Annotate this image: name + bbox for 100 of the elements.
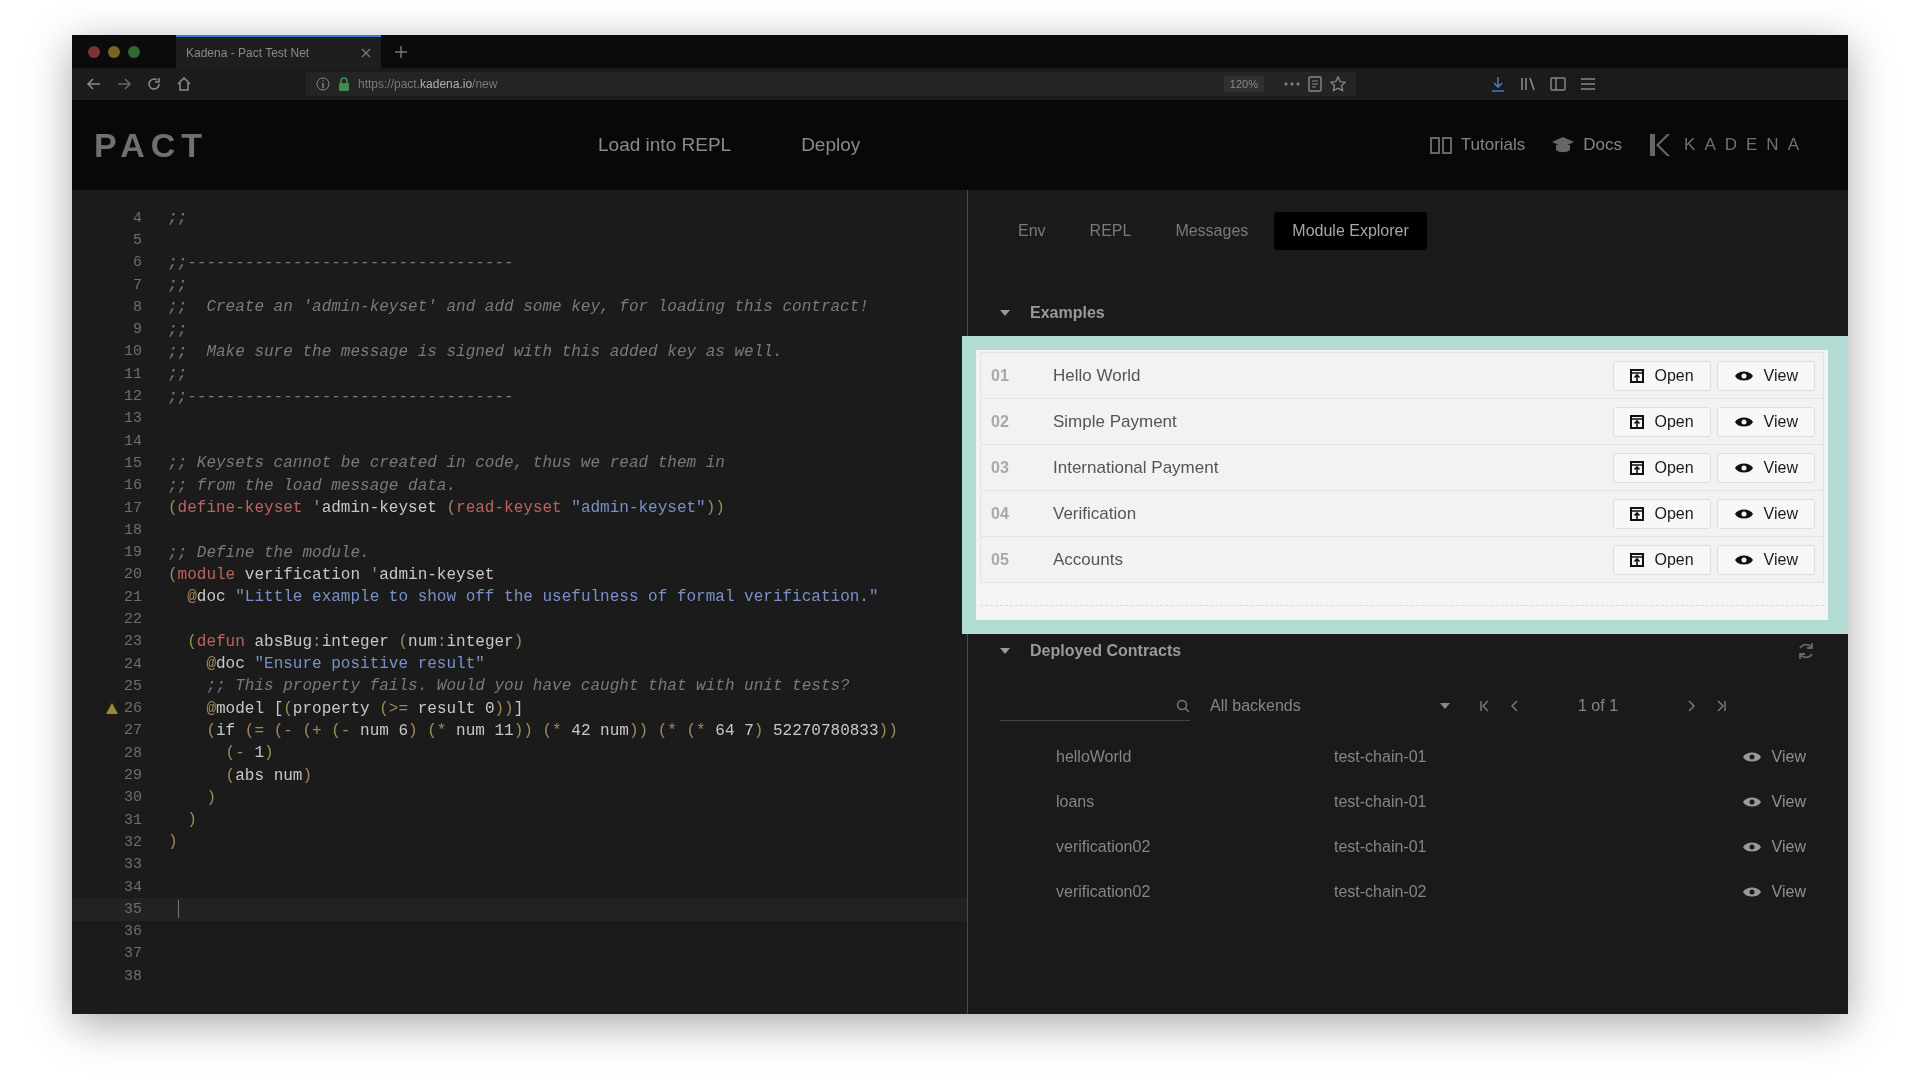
line-number: 32 xyxy=(124,833,142,851)
header-link[interactable]: Tutorials xyxy=(1428,135,1526,155)
header-link[interactable]: Docs xyxy=(1551,135,1623,155)
more-icon[interactable] xyxy=(1284,82,1300,86)
line-number: 16 xyxy=(124,477,142,495)
view-button[interactable]: View xyxy=(1716,498,1815,529)
pact-logo[interactable]: PACT xyxy=(94,125,209,165)
chain-name: test-chain-01 xyxy=(1334,837,1427,856)
panel-tab[interactable]: REPL xyxy=(1071,212,1150,250)
new-tab-icon[interactable] xyxy=(395,45,407,58)
open-button[interactable]: Open xyxy=(1613,452,1711,483)
open-button[interactable]: Open xyxy=(1613,498,1711,529)
backend-select[interactable]: All backends xyxy=(1210,697,1450,715)
nav-link[interactable]: Load into REPL xyxy=(598,134,732,156)
panel-tab[interactable]: Env xyxy=(1000,212,1064,250)
eye-icon xyxy=(1741,795,1762,808)
close-icon[interactable] xyxy=(361,47,371,58)
back-icon[interactable] xyxy=(86,76,102,92)
view-button[interactable]: View xyxy=(1731,837,1816,856)
menu-icon[interactable] xyxy=(1580,77,1596,91)
line-number: 30 xyxy=(124,789,142,807)
zoom-level[interactable]: 120% xyxy=(1223,76,1264,92)
sidebar-icon[interactable] xyxy=(1550,76,1566,92)
panel-tab[interactable]: Module Explorer xyxy=(1274,212,1427,250)
view-button[interactable]: View xyxy=(1716,452,1815,483)
open-button[interactable]: Open xyxy=(1613,544,1711,575)
line-number: 17 xyxy=(124,499,142,517)
line-number: 27 xyxy=(124,722,142,740)
info-icon[interactable] xyxy=(316,77,330,91)
line-number: 28 xyxy=(124,744,142,762)
code-line: ;; Keysets cannot be created in code, thus we read them in xyxy=(168,454,725,473)
open-icon xyxy=(1630,460,1645,475)
line-number: 4 xyxy=(133,209,142,227)
code-line: (define-keyset 'admin-keyset (read-keyset "admin-keyset")) xyxy=(168,499,725,517)
view-button[interactable]: View xyxy=(1731,792,1816,811)
maximize-window-icon[interactable] xyxy=(128,45,140,58)
view-button[interactable]: View xyxy=(1731,882,1816,901)
next-page-icon[interactable] xyxy=(1688,700,1697,712)
open-button[interactable]: Open xyxy=(1613,360,1711,391)
eye-icon xyxy=(1733,415,1754,428)
minimize-window-icon[interactable] xyxy=(108,45,120,58)
chain-name: test-chain-02 xyxy=(1334,882,1427,901)
code-line: @doc "Little example to show off the usefulness of formal verification." xyxy=(186,588,879,607)
code-editor[interactable] xyxy=(72,190,968,1014)
line-number: 23 xyxy=(124,633,142,651)
browser-tab[interactable]: Kadena - Pact Test Net xyxy=(176,35,381,68)
lock-icon xyxy=(338,77,350,91)
section-title: Deployed Contracts xyxy=(1030,642,1182,660)
example-name: Hello World xyxy=(1053,365,1142,386)
line-number: 21 xyxy=(124,588,142,606)
reload-icon[interactable] xyxy=(146,76,162,92)
close-window-icon[interactable] xyxy=(88,45,100,58)
last-page-icon[interactable] xyxy=(1716,700,1727,712)
refresh-icon[interactable] xyxy=(1796,641,1816,661)
code-line: ;; Define the module. xyxy=(168,543,370,562)
caret-icon[interactable] xyxy=(1000,648,1010,654)
first-page-icon[interactable] xyxy=(1480,700,1490,712)
download-icon[interactable] xyxy=(1490,76,1506,92)
line-number: 25 xyxy=(124,677,142,695)
code-line: @doc "Ensure positive result" xyxy=(205,655,485,674)
code-line: ;; from the load message data. xyxy=(168,476,457,495)
chain-name: test-chain-01 xyxy=(1334,747,1427,766)
code-line: ;;---------------------------------- xyxy=(168,387,514,406)
contract-name: loans xyxy=(1056,792,1096,811)
view-button[interactable]: View xyxy=(1716,360,1815,391)
code-line: ;; xyxy=(168,320,188,339)
kadena-logo-icon xyxy=(1648,133,1671,157)
line-number: 37 xyxy=(124,945,142,963)
eye-icon xyxy=(1733,461,1754,474)
line-number: 35 xyxy=(124,900,142,918)
row-number: 02 xyxy=(991,412,1010,431)
view-button[interactable]: View xyxy=(1731,747,1816,766)
home-icon[interactable] xyxy=(176,76,192,92)
nav-link[interactable]: Deploy xyxy=(801,134,861,156)
line-number: 19 xyxy=(124,544,142,562)
search-icon xyxy=(1176,698,1190,713)
row-number: 03 xyxy=(991,458,1010,477)
code-line: (abs num) xyxy=(224,766,313,785)
address-bar[interactable]: https://pact.kadena.io/new 120% xyxy=(306,72,1356,96)
code-line: @model [(property (>= result 0))] xyxy=(205,699,524,718)
star-icon[interactable] xyxy=(1330,76,1346,92)
brand-name: KADENA xyxy=(1684,135,1808,155)
eye-icon xyxy=(1733,507,1754,520)
library-icon[interactable] xyxy=(1520,76,1536,92)
reader-view-icon[interactable] xyxy=(1308,76,1322,92)
caret-icon[interactable] xyxy=(1000,310,1010,316)
line-number: 36 xyxy=(124,923,142,941)
eye-icon xyxy=(1733,553,1754,566)
view-button[interactable]: View xyxy=(1716,544,1815,575)
open-icon xyxy=(1630,414,1645,429)
warning-icon[interactable] xyxy=(106,703,118,715)
open-button[interactable]: Open xyxy=(1613,406,1711,437)
panel-tab[interactable]: Messages xyxy=(1157,212,1267,250)
view-button[interactable]: View xyxy=(1716,406,1815,437)
forward-icon[interactable] xyxy=(116,76,132,92)
code-line: ) xyxy=(205,788,216,807)
example-name: Verification xyxy=(1053,503,1138,524)
code-line: ;; xyxy=(168,276,188,295)
previous-page-icon[interactable] xyxy=(1510,700,1518,712)
graduation-cap-icon xyxy=(1551,135,1576,155)
